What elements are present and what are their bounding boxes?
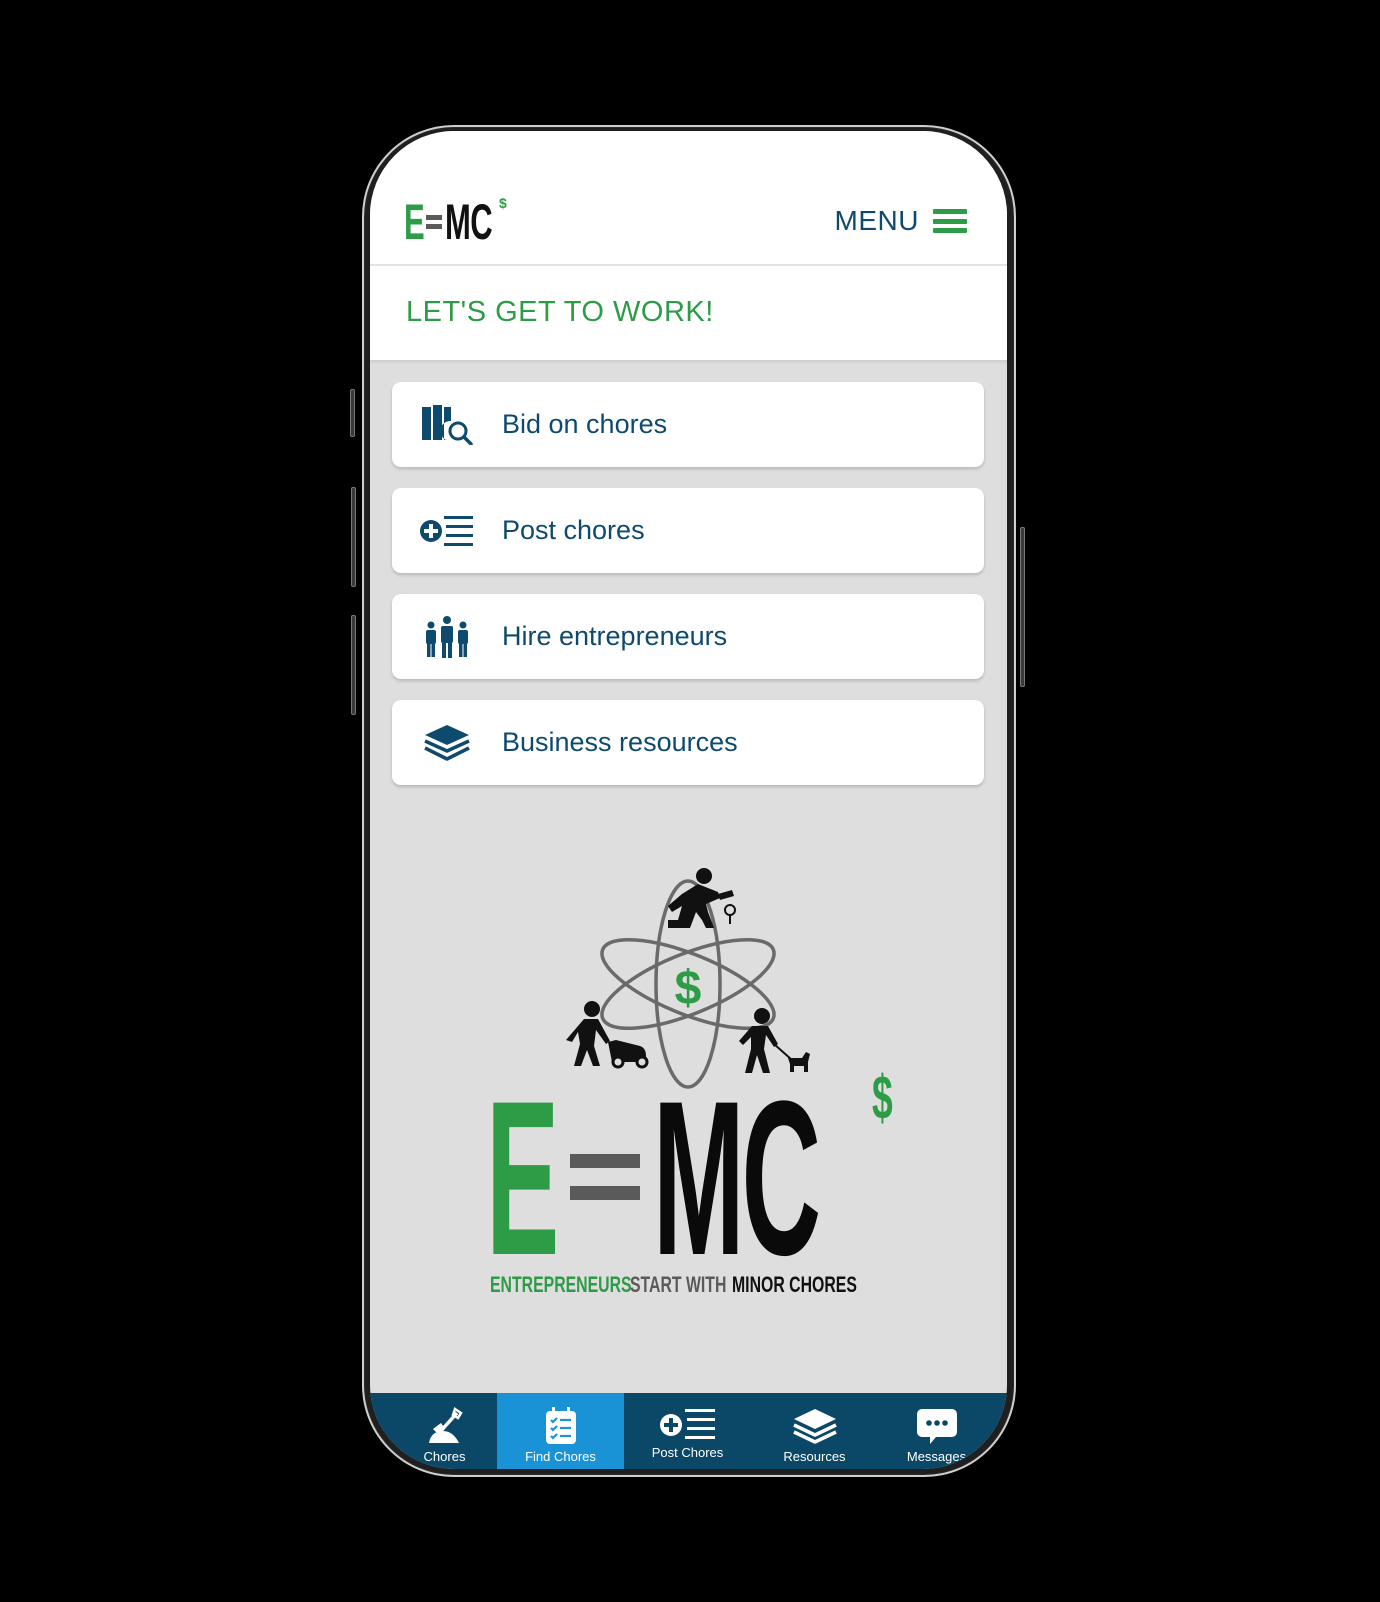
plus-list-icon [659, 1409, 715, 1439]
post-chores-card[interactable]: Post chores [392, 488, 984, 573]
emc-hero-logo: $ E MC $ ENTREPRENEURS START WITH MINOR … [370, 864, 1007, 1314]
big-logo-e: E [486, 1055, 559, 1300]
logo-mc: MC [445, 194, 493, 250]
books-stack-icon [792, 1409, 837, 1444]
nav-label: Chores [423, 1449, 466, 1464]
phone-frame: E MC $ MENU LET'S GET TO WORK! Bid on ch… [350, 125, 1025, 1477]
phone-volume-up-button [351, 487, 356, 587]
logo-superscript: $ [499, 195, 507, 211]
big-emc-wordmark: E MC $ [486, 1055, 893, 1300]
people-group-icon [418, 615, 476, 659]
page-title-bar: LET'S GET TO WORK! [370, 266, 1007, 362]
nav-label: Resources [783, 1449, 846, 1464]
checklist-icon [545, 1407, 576, 1444]
action-card-list: Bid on chores Post chores Hire entrepren… [392, 382, 984, 806]
plus-list-icon [418, 509, 476, 553]
app-header: E MC $ MENU [370, 131, 1007, 266]
menu-label: MENU [834, 205, 919, 236]
gardener-figure-icon [668, 868, 736, 928]
phone-power-button [1020, 527, 1025, 687]
bottom-nav: Chores Find Chores Post Chores Resources… [370, 1393, 1007, 1469]
menu-button[interactable]: MENU [835, 205, 967, 237]
phone-volume-down-button [351, 615, 356, 715]
tagline-entrepreneurs: ENTREPRENEURS [490, 1274, 632, 1298]
app-logo[interactable]: E MC $ [404, 194, 507, 250]
map-search-icon [418, 403, 476, 447]
logo-e: E [404, 194, 425, 250]
card-label: Post chores [502, 515, 645, 545]
phone-side-button [350, 389, 355, 437]
nav-label: Post Chores [651, 1445, 724, 1460]
nav-item-resources[interactable]: Resources [751, 1393, 878, 1469]
card-label: Business resources [502, 727, 738, 757]
center-dollar-sign: $ [675, 962, 702, 1015]
shovel-icon [428, 1407, 463, 1443]
tagline: ENTREPRENEURS START WITH MINOR CHORES [490, 1274, 857, 1298]
nav-label: Find Chores [525, 1449, 596, 1464]
card-label: Hire entrepreneurs [502, 621, 728, 651]
logo-equals [426, 215, 442, 229]
lawnmower-figure-icon [566, 1001, 649, 1069]
big-logo-equals-bottom [570, 1186, 640, 1200]
books-stack-icon [418, 721, 476, 765]
hamburger-icon [933, 209, 967, 233]
big-logo-mc: MC [653, 1055, 818, 1300]
hire-entrepreneurs-card[interactable]: Hire entrepreneurs [392, 594, 984, 679]
app-screen: E MC $ MENU LET'S GET TO WORK! Bid on ch… [370, 131, 1007, 1469]
business-resources-card[interactable]: Business resources [392, 700, 984, 785]
big-logo-superscript: $ [872, 1063, 893, 1132]
tagline-minor-chores: MINOR CHORES [732, 1274, 857, 1298]
chat-bubble-icon [916, 1409, 957, 1444]
bid-on-chores-card[interactable]: Bid on chores [392, 382, 984, 467]
hero-illustration: $ E MC $ ENTREPRENEURS START WITH MINOR … [486, 868, 893, 1301]
tagline-start-with: START WITH [630, 1274, 726, 1298]
card-label: Bid on chores [502, 409, 668, 439]
big-logo-equals-top [570, 1154, 640, 1168]
nav-label: Messages [906, 1449, 967, 1464]
nav-item-messages[interactable]: Messages [878, 1393, 1005, 1469]
nav-item-chores[interactable]: Chores [370, 1393, 497, 1469]
nav-item-find-chores[interactable]: Find Chores [497, 1393, 624, 1469]
page-title: LET'S GET TO WORK! [406, 296, 714, 328]
nav-item-post-chores[interactable]: Post Chores [624, 1393, 751, 1469]
